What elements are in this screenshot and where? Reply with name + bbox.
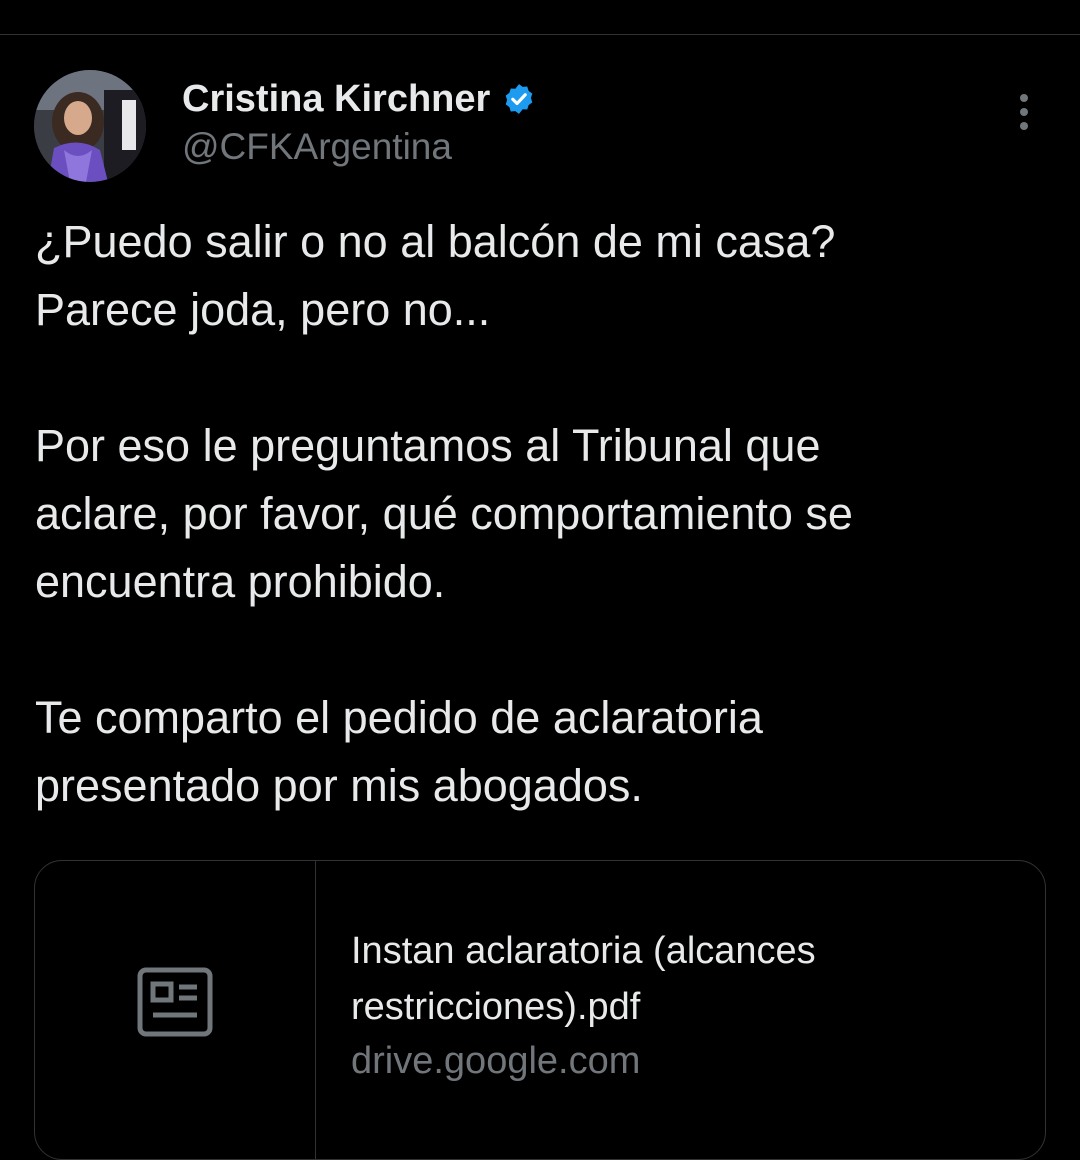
- link-card-domain[interactable]: drive.google.com: [351, 1033, 640, 1089]
- link-card-media: [35, 861, 316, 1159]
- link-card-title[interactable]: Instan aclaratoria (alcances restriccion…: [351, 923, 1011, 1035]
- link-card-title-line: restricciones).pdf: [351, 986, 641, 1028]
- more-options-button[interactable]: [1002, 92, 1046, 136]
- article-icon: [137, 967, 213, 1042]
- link-card-title-line: Instan aclaratoria (alcances: [351, 930, 816, 972]
- verified-badge-icon: [502, 82, 536, 116]
- tweet-line: Por eso le preguntamos al Tribunal que: [35, 420, 821, 471]
- tweet-line: encuentra prohibido.: [35, 556, 446, 607]
- tweet-line: Parece joda, pero no...: [35, 284, 491, 335]
- link-card[interactable]: Instan aclaratoria (alcances restriccion…: [34, 860, 1046, 1160]
- avatar[interactable]: [34, 70, 146, 182]
- tweet-paragraph-gap: [35, 344, 1045, 412]
- tweet-text: ¿Puedo salir o no al balcón de mi casa? …: [35, 208, 1045, 820]
- author-handle[interactable]: @CFKArgentina: [182, 126, 452, 168]
- top-divider: [0, 34, 1080, 35]
- tweet-line: ¿Puedo salir o no al balcón de mi casa?: [35, 216, 836, 267]
- author-display-name[interactable]: Cristina Kirchner: [182, 78, 490, 121]
- avatar-image: [34, 70, 146, 182]
- tweet-line: aclare, por favor, qué comportamiento se: [35, 488, 853, 539]
- tweet-line: presentado por mis abogados.: [35, 760, 643, 811]
- more-options-icon: [1018, 92, 1030, 137]
- tweet-line: Te comparto el pedido de aclaratoria: [35, 692, 763, 743]
- tweet-paragraph-gap: [35, 616, 1045, 684]
- author-name-row[interactable]: Cristina Kirchner: [182, 76, 536, 122]
